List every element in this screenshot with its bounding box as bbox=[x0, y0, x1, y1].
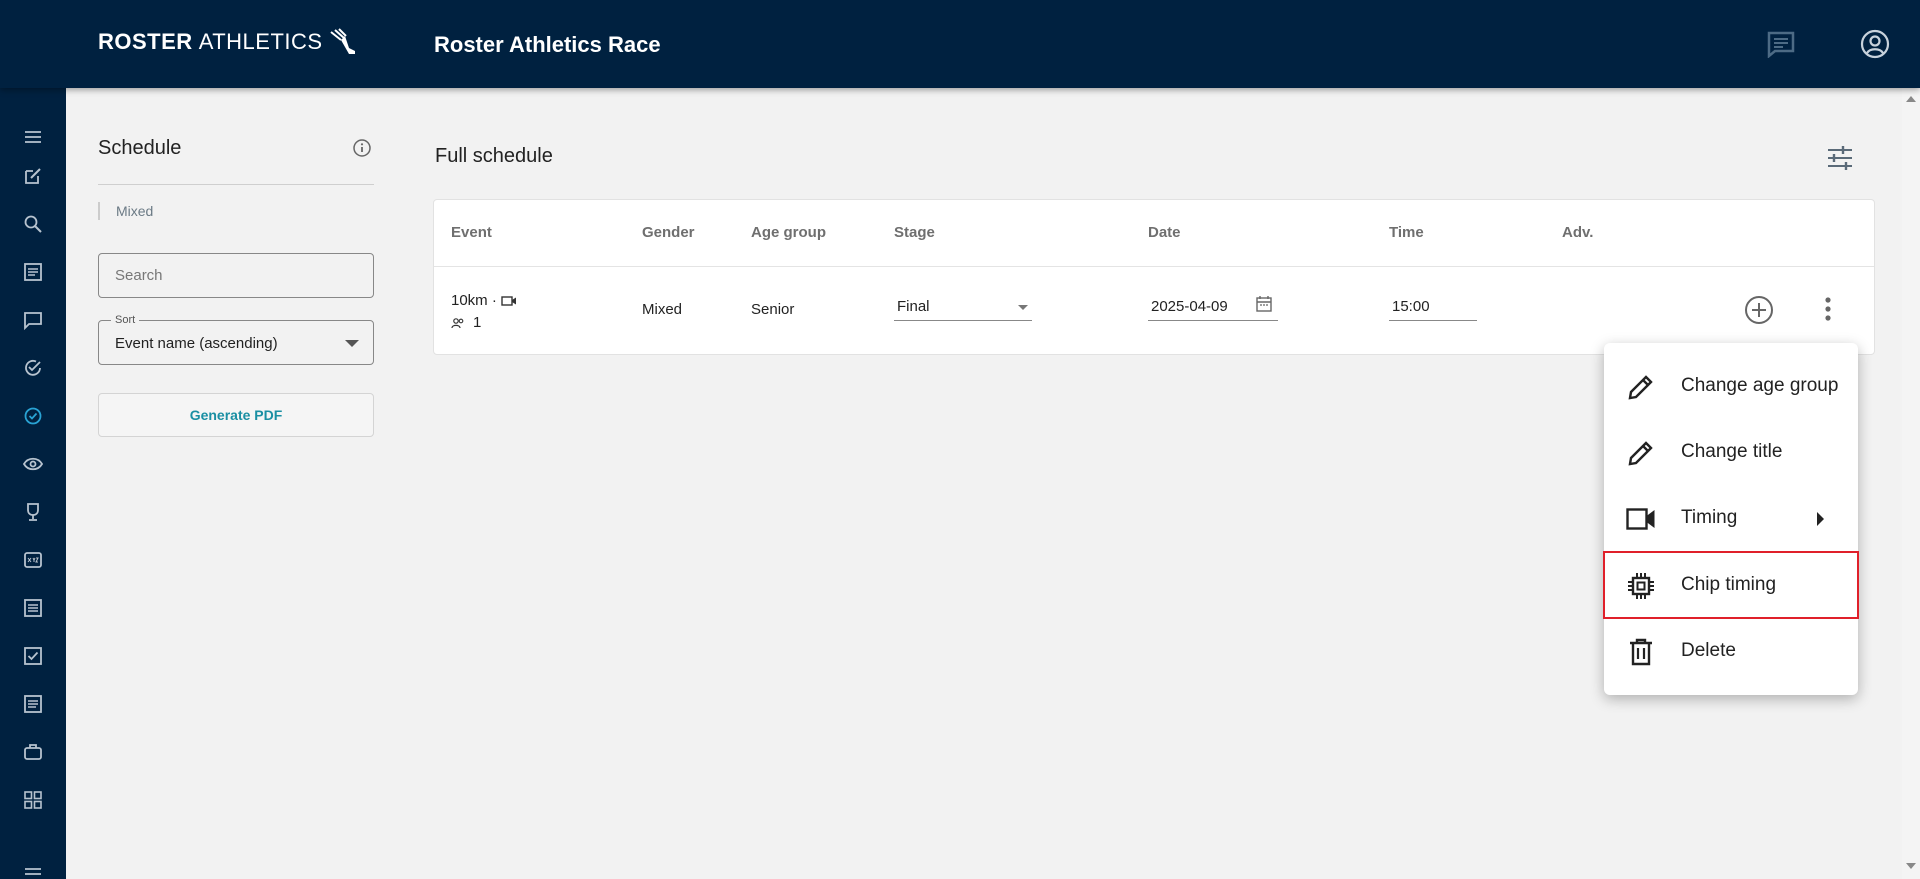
date-field[interactable]: 2025-04-09 bbox=[1148, 291, 1278, 321]
full-schedule-title: Full schedule bbox=[435, 145, 553, 167]
briefcase-icon[interactable] bbox=[20, 739, 46, 765]
logo-text-bold: ROSTER bbox=[98, 29, 193, 54]
event-cell[interactable]: 10km · 1 bbox=[451, 290, 517, 334]
vertical-scrollbar[interactable] bbox=[1902, 88, 1920, 879]
document-icon[interactable] bbox=[20, 691, 46, 717]
calendar-icon[interactable] bbox=[1255, 295, 1273, 313]
people-icon bbox=[451, 318, 464, 329]
menu-item-label: Delete bbox=[1681, 640, 1736, 661]
winged-shoe-icon bbox=[329, 28, 355, 54]
chip-icon bbox=[1626, 571, 1656, 601]
menu-item-chip-timing[interactable]: Chip timing bbox=[1603, 551, 1859, 619]
pencil-icon bbox=[1626, 372, 1656, 402]
column-header-event[interactable]: Event bbox=[451, 224, 492, 241]
scroll-down-arrow-icon[interactable] bbox=[1906, 863, 1916, 869]
row-context-menu: Change age group Change title Timing Chi… bbox=[1603, 343, 1859, 695]
menu-icon[interactable] bbox=[20, 124, 46, 150]
search-input[interactable] bbox=[98, 253, 374, 298]
roster-athletics-logo[interactable]: ROSTER ATHLETICS bbox=[98, 28, 357, 56]
sort-value: Event name (ascending) bbox=[115, 335, 278, 352]
trophy-icon[interactable] bbox=[20, 499, 46, 525]
menu-item-timing[interactable]: Timing bbox=[1604, 485, 1858, 551]
time-field[interactable]: 15:00 bbox=[1389, 291, 1477, 321]
pencil-icon bbox=[1626, 438, 1656, 468]
age-group-cell: Senior bbox=[751, 301, 795, 318]
menu-item-change-title[interactable]: Change title bbox=[1604, 419, 1858, 485]
side-navigation-rail bbox=[0, 88, 66, 879]
gender-cell: Mixed bbox=[642, 301, 683, 318]
sort-label: Sort bbox=[111, 314, 140, 326]
xyz-icon[interactable] bbox=[20, 547, 46, 573]
column-header-age-group[interactable]: Age group bbox=[751, 224, 826, 241]
grid-icon[interactable] bbox=[20, 787, 46, 813]
scroll-up-arrow-icon[interactable] bbox=[1906, 96, 1916, 102]
panel-divider bbox=[98, 184, 374, 185]
eye-icon[interactable] bbox=[20, 451, 46, 477]
gender-filter-chip[interactable]: Mixed bbox=[98, 202, 153, 220]
menu-item-delete[interactable]: Delete bbox=[1604, 618, 1858, 684]
check-circle-icon[interactable] bbox=[20, 355, 46, 381]
stage-value: Final bbox=[897, 298, 930, 315]
chat-icon[interactable] bbox=[1766, 30, 1796, 63]
schedule-check-icon[interactable] bbox=[20, 403, 46, 429]
article-icon[interactable] bbox=[20, 259, 46, 285]
column-header-gender[interactable]: Gender bbox=[642, 224, 695, 241]
menu-item-label: Timing bbox=[1681, 507, 1738, 528]
column-header-date[interactable]: Date bbox=[1148, 224, 1181, 241]
trash-icon bbox=[1626, 637, 1656, 667]
logo-text-light: ATHLETICS bbox=[198, 29, 323, 54]
video-camera-icon bbox=[501, 296, 516, 306]
tune-settings-icon[interactable] bbox=[1826, 144, 1854, 177]
dropdown-caret-icon bbox=[345, 340, 359, 347]
edit-icon[interactable] bbox=[20, 163, 46, 189]
schedule-title: Schedule bbox=[98, 137, 182, 159]
sort-select[interactable]: Sort Event name (ascending) bbox=[98, 314, 374, 365]
more-vert-icon[interactable] bbox=[1824, 296, 1832, 327]
event-name: 10km · bbox=[451, 292, 497, 309]
checkbox-icon[interactable] bbox=[20, 643, 46, 669]
column-header-time[interactable]: Time bbox=[1389, 224, 1424, 241]
schedule-table: Event Gender Age group Stage Date Time A… bbox=[433, 199, 1875, 355]
participant-count: 1 bbox=[473, 314, 482, 331]
info-icon[interactable] bbox=[352, 138, 372, 163]
menu-item-change-age-group[interactable]: Change age group bbox=[1604, 353, 1858, 419]
add-circle-icon[interactable] bbox=[1744, 295, 1774, 330]
column-header-advancement[interactable]: Adv. bbox=[1562, 224, 1593, 241]
column-header-stage[interactable]: Stage bbox=[894, 224, 935, 241]
date-value: 2025-04-09 bbox=[1151, 298, 1228, 315]
menu-item-label: Change title bbox=[1681, 441, 1783, 462]
stage-select[interactable]: Final bbox=[894, 291, 1032, 321]
menu-bottom-icon[interactable] bbox=[20, 860, 46, 879]
account-circle-icon[interactable] bbox=[1860, 29, 1890, 64]
menu-item-label: Change age group bbox=[1681, 375, 1839, 396]
top-app-bar: ROSTER ATHLETICS Roster Athletics Race bbox=[0, 0, 1920, 88]
time-value: 15:00 bbox=[1392, 298, 1430, 315]
list-icon[interactable] bbox=[20, 595, 46, 621]
app-title: Roster Athletics Race bbox=[434, 32, 661, 57]
chat-icon[interactable] bbox=[20, 307, 46, 333]
dropdown-caret-icon bbox=[1018, 305, 1028, 310]
video-camera-icon bbox=[1626, 504, 1656, 534]
menu-item-label: Chip timing bbox=[1681, 574, 1777, 595]
search-icon[interactable] bbox=[20, 211, 46, 237]
submenu-arrow-icon bbox=[1817, 512, 1824, 526]
header-divider bbox=[434, 266, 1874, 267]
generate-pdf-button[interactable]: Generate PDF bbox=[98, 393, 374, 437]
